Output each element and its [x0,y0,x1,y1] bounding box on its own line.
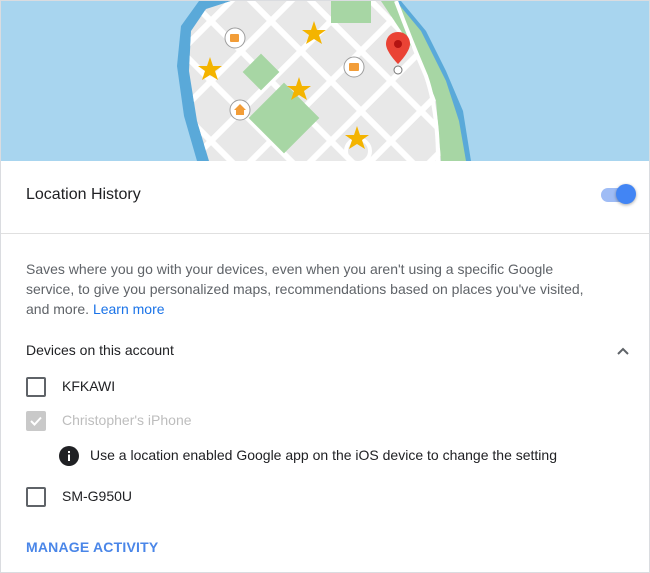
location-history-toggle[interactable] [599,184,637,206]
page-title: Location History [26,186,141,203]
checkbox-iphone [26,411,46,431]
chevron-up-icon[interactable] [613,341,633,361]
map-illustration [1,1,649,161]
info-icon [59,446,79,466]
manage-activity-button[interactable]: MANAGE ACTIVITY [26,539,158,555]
learn-more-link[interactable]: Learn more [93,301,165,317]
ios-note-text: Use a location enabled Google app on the… [90,447,557,463]
location-history-card: Location History Saves where you go with… [0,0,650,573]
checkbox-kfkawi[interactable] [26,377,46,397]
device-label: SM-G950U [62,488,133,504]
device-label: KFKAWI [62,378,116,394]
header-row: Location History [1,161,649,234]
checkbox-sm-g950u[interactable] [26,487,46,507]
device-label: Christopher's iPhone [62,412,192,428]
devices-heading: Devices on this account [26,342,174,358]
description: Saves where you go with your devices, ev… [26,259,586,319]
toggle-thumb [616,184,636,204]
